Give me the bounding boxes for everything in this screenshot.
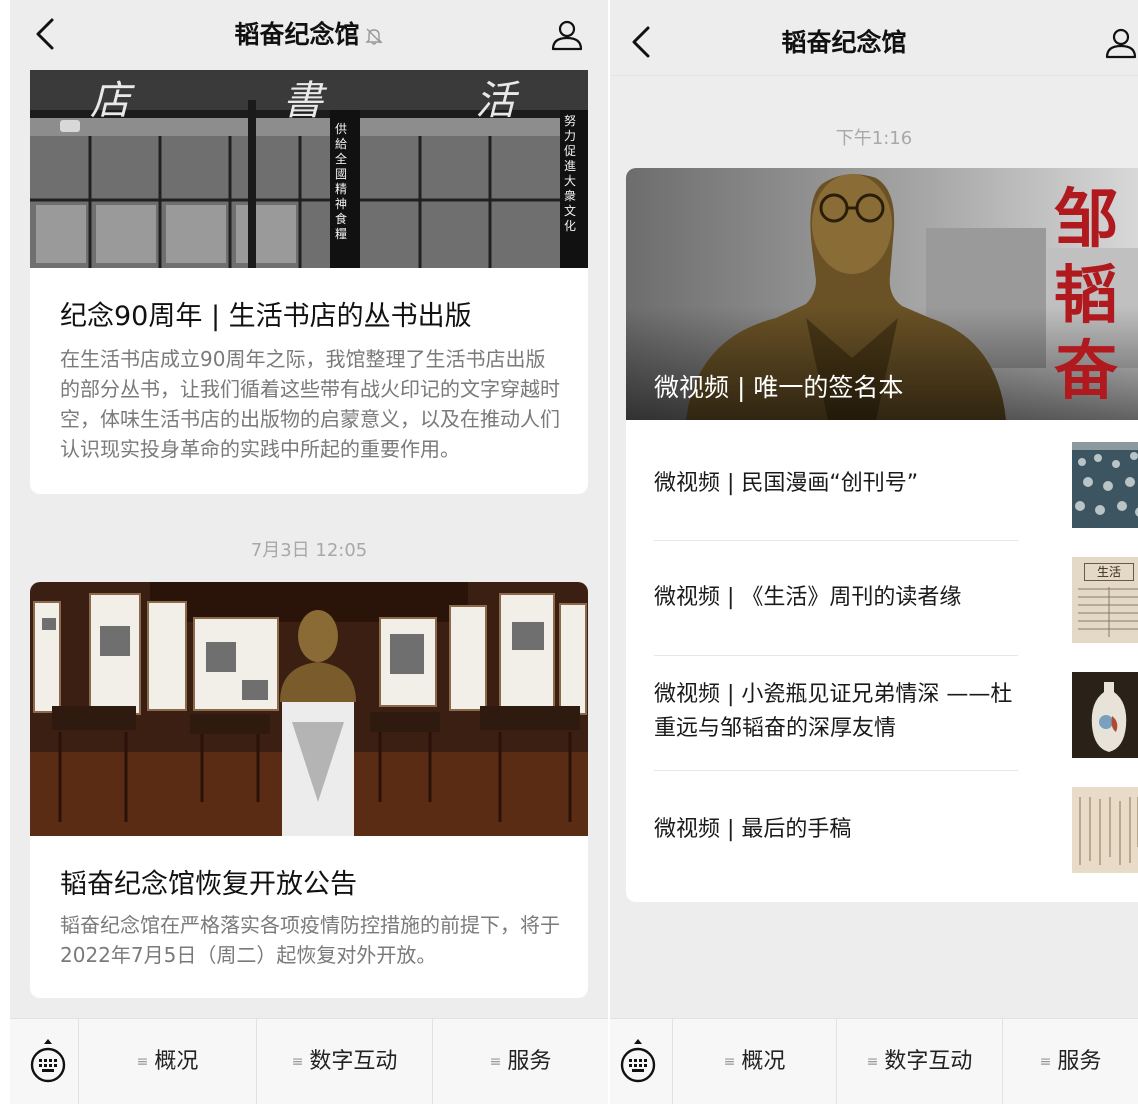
article-summary: 在生活书店成立90周年之际，我馆整理了生活书店出版的部分丛书，让我们循着这些带有… (60, 347, 560, 461)
list-item-title: 微视频 | 最后的手稿 (654, 817, 852, 842)
list-item-thumbnail: 生活 (1072, 557, 1138, 643)
keyboard-icon[interactable] (618, 1039, 658, 1085)
storefront-pillar-right-text: 努力促進大衆文化 (564, 114, 577, 233)
page-title: 韬奋纪念馆 (10, 0, 608, 70)
list-item-title: 微视频 | 《生活》周刊的读者缘 (654, 585, 962, 610)
message-timestamp: 下午1:16 (835, 128, 913, 149)
menu-lines-icon: ≡ (1039, 1054, 1052, 1070)
menu-label: 服务 (1057, 1049, 1102, 1074)
nav-bar: 韬奋纪念馆 (10, 0, 608, 70)
right-chat-screen: 韬奋纪念馆 下午1:16 邹韬奋 微视频 | 唯一的签名本 微视频 | 民国漫画… (610, 0, 1138, 1104)
list-item[interactable]: 微视频 | 民国漫画“创刊号” (626, 420, 1138, 540)
list-item[interactable]: 微视频 | 小瓷瓶见证兄弟情深 ——杜重远与邹韬奋的深厚友情 (626, 656, 1138, 770)
message-timestamp: 7月3日 12:05 (250, 540, 368, 561)
museum-exhibition-hall-photo (30, 582, 588, 836)
menu-lines-icon: ≡ (723, 1054, 736, 1070)
menu-label: 概况 (154, 1049, 199, 1074)
keyboard-icon[interactable] (28, 1039, 68, 1085)
storefront-sign-text: 店 書 活 生 (90, 78, 588, 124)
article-card[interactable]: 韬奋纪念馆恢复开放公告 韬奋纪念馆在严格落实各项疫情防控措施的前提下，将于202… (30, 582, 588, 998)
list-item-title: 微视频 | 小瓷瓶见证兄弟情深 ——杜重远与邹韬奋的深厚友情 (654, 682, 1013, 741)
page-title: 韬奋纪念馆 (781, 28, 907, 57)
article-summary: 韬奋纪念馆在严格落实各项疫情防控措施的前提下，将于2022年7月5日（周二）起恢… (60, 913, 560, 967)
menu-item-services[interactable]: ≡ 服务 (1002, 1019, 1138, 1104)
cover-title: 微视频 | 唯一的签名本 (654, 373, 904, 402)
article-card[interactable]: 店 書 活 生 供給全國精神食糧 努力促進大衆文化 纪念90周年 | 生活书店的… (30, 30, 588, 494)
list-item[interactable]: 微视频 | 《生活》周刊的读者缘 生活 (626, 541, 1138, 655)
menu-item-overview[interactable]: ≡ 概况 (672, 1019, 836, 1104)
menu-label: 概况 (741, 1049, 786, 1074)
menu-item-overview[interactable]: ≡ 概况 (78, 1019, 256, 1104)
menu-lines-icon: ≡ (866, 1054, 879, 1070)
storefront-pillar-left-text: 供給全國精神食糧 (335, 122, 348, 241)
list-item-thumbnail (1072, 672, 1138, 758)
list-item-thumbnail (1072, 442, 1138, 528)
article-title: 韬奋纪念馆恢复开放公告 (60, 869, 357, 900)
list-item-thumbnail (1072, 787, 1138, 873)
list-item-title: 微视频 | 民国漫画“创刊号” (654, 471, 919, 496)
multi-article-card: 邹韬奋 微视频 | 唯一的签名本 微视频 | 民国漫画“创刊号” 微视频 | 《… (626, 168, 1138, 902)
article-title: 纪念90周年 | 生活书店的丛书出版 (60, 301, 472, 332)
menu-label: 数字互动 (309, 1049, 398, 1074)
person-icon[interactable] (1104, 26, 1138, 60)
menu-item-services[interactable]: ≡ 服务 (432, 1019, 608, 1104)
bookstore-storefront-photo: 店 書 活 生 供給全國精神食糧 努力促進大衆文化 (30, 70, 588, 268)
list-item[interactable]: 微视频 | 最后的手稿 (626, 771, 1138, 902)
cover-calligraphy: 邹韬奋 (1054, 182, 1118, 409)
person-icon[interactable] (550, 18, 584, 52)
menu-lines-icon: ≡ (489, 1054, 502, 1070)
menu-label: 服务 (507, 1049, 552, 1074)
page-title-text: 韬奋纪念馆 (234, 20, 360, 49)
cover-bust-photo[interactable]: 邹韬奋 微视频 | 唯一的签名本 (626, 168, 1138, 420)
menu-lines-icon: ≡ (136, 1054, 149, 1070)
nav-bar: 韬奋纪念馆 (610, 0, 1138, 76)
menu-lines-icon: ≡ (291, 1054, 304, 1070)
menu-item-digital-interaction[interactable]: ≡ 数字互动 (836, 1019, 1002, 1104)
service-menu-bar: ≡ 概况 ≡ 数字互动 ≡ 服务 (610, 1018, 1138, 1104)
bell-muted-icon (364, 28, 383, 45)
service-menu-bar: ≡ 概况 ≡ 数字互动 ≡ 服务 (10, 1018, 608, 1104)
left-chat-screen: 韬奋纪念馆 店 書 供給全國精神食糧 努力促進大衆文化 纪念90周年 | 生活书… (10, 0, 608, 1104)
menu-label: 数字互动 (884, 1049, 973, 1074)
menu-item-digital-interaction[interactable]: ≡ 数字互动 (256, 1019, 432, 1104)
